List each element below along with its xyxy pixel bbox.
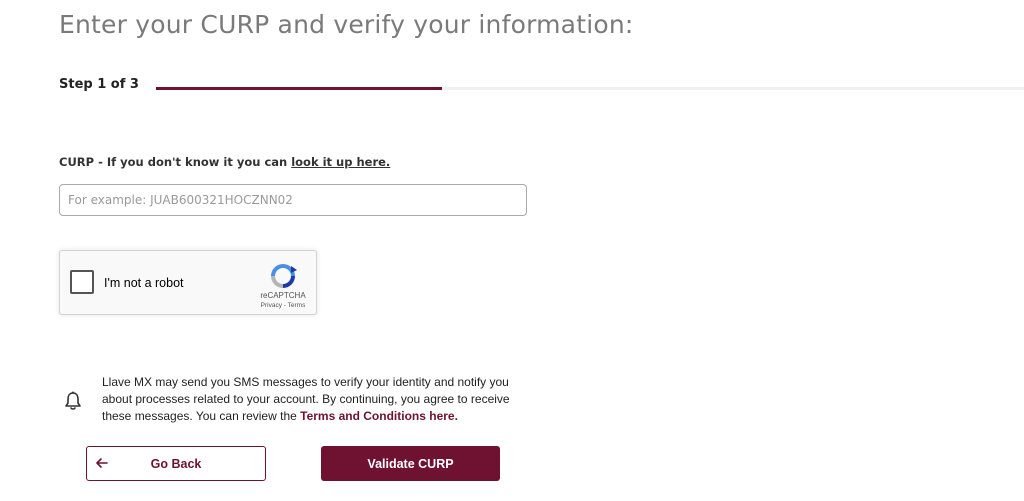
progress-bar <box>156 87 1024 90</box>
recaptcha-brand: reCAPTCHA <box>260 291 306 300</box>
recaptcha-label: I'm not a robot <box>104 276 184 290</box>
curp-label-text: CURP - If you don't know it you can <box>59 155 292 169</box>
curp-field-label: CURP - If you don't know it you can look… <box>59 155 390 169</box>
go-back-label: Go Back <box>150 456 202 471</box>
recaptcha-widget: I'm not a robot reCAPTCHA Privacy - Term… <box>59 250 317 315</box>
recaptcha-checkbox[interactable] <box>70 270 94 294</box>
recaptcha-logo-icon <box>271 264 297 288</box>
sms-notice: Llave MX may send you SMS messages to ve… <box>102 374 522 425</box>
bell-icon <box>65 391 81 410</box>
step-indicator: Step 1 of 3 <box>59 77 139 92</box>
go-back-button[interactable]: Go Back <box>86 446 266 481</box>
recaptcha-terms-link[interactable]: Terms <box>288 302 306 309</box>
validate-curp-button[interactable]: Validate CURP <box>321 446 500 481</box>
recaptcha-links: Privacy - Terms <box>256 302 310 309</box>
curp-lookup-link[interactable]: look it up here. <box>291 155 390 169</box>
recaptcha-privacy-link[interactable]: Privacy <box>261 302 282 309</box>
curp-input[interactable] <box>59 184 527 216</box>
validate-curp-label: Validate CURP <box>367 456 454 471</box>
page-title: Enter your CURP and verify your informat… <box>59 10 634 39</box>
terms-link[interactable]: Terms and Conditions here. <box>300 409 458 423</box>
arrow-left-icon <box>96 458 108 468</box>
progress-fill <box>156 87 443 90</box>
